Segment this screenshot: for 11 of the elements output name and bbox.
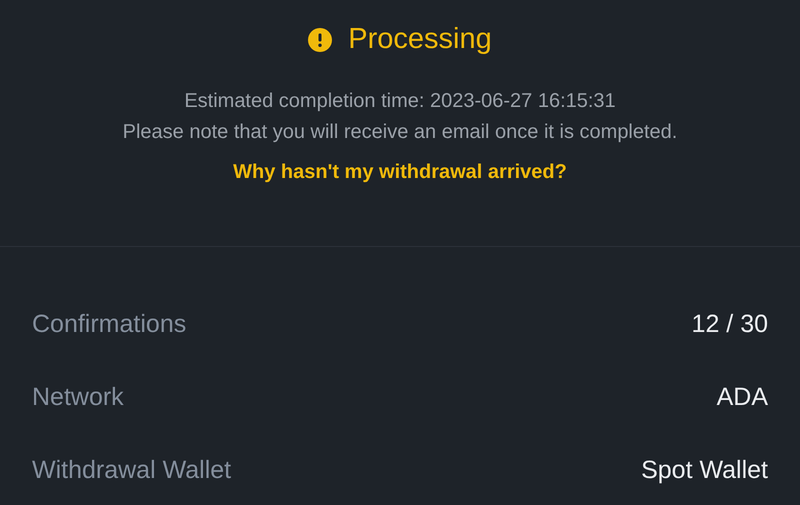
detail-value: ADA: [716, 382, 768, 414]
detail-label: Confirmations: [32, 309, 186, 340]
detail-value: 12 / 30: [692, 309, 768, 340]
withdrawal-help-link[interactable]: Why hasn't my withdrawal arrived?: [233, 157, 567, 187]
detail-label: Withdrawal Wallet: [32, 455, 232, 486]
status-message: Estimated completion time: 2023-06-27 16:15:31: [184, 89, 616, 114]
exclamation-icon: [308, 28, 332, 52]
status-title: Processing: [348, 22, 492, 58]
detail-value: Spot Wallet: [641, 455, 768, 486]
status-message: Please note that you will receive an email once it is completed.: [122, 120, 678, 145]
detail-label: Network: [32, 382, 124, 414]
